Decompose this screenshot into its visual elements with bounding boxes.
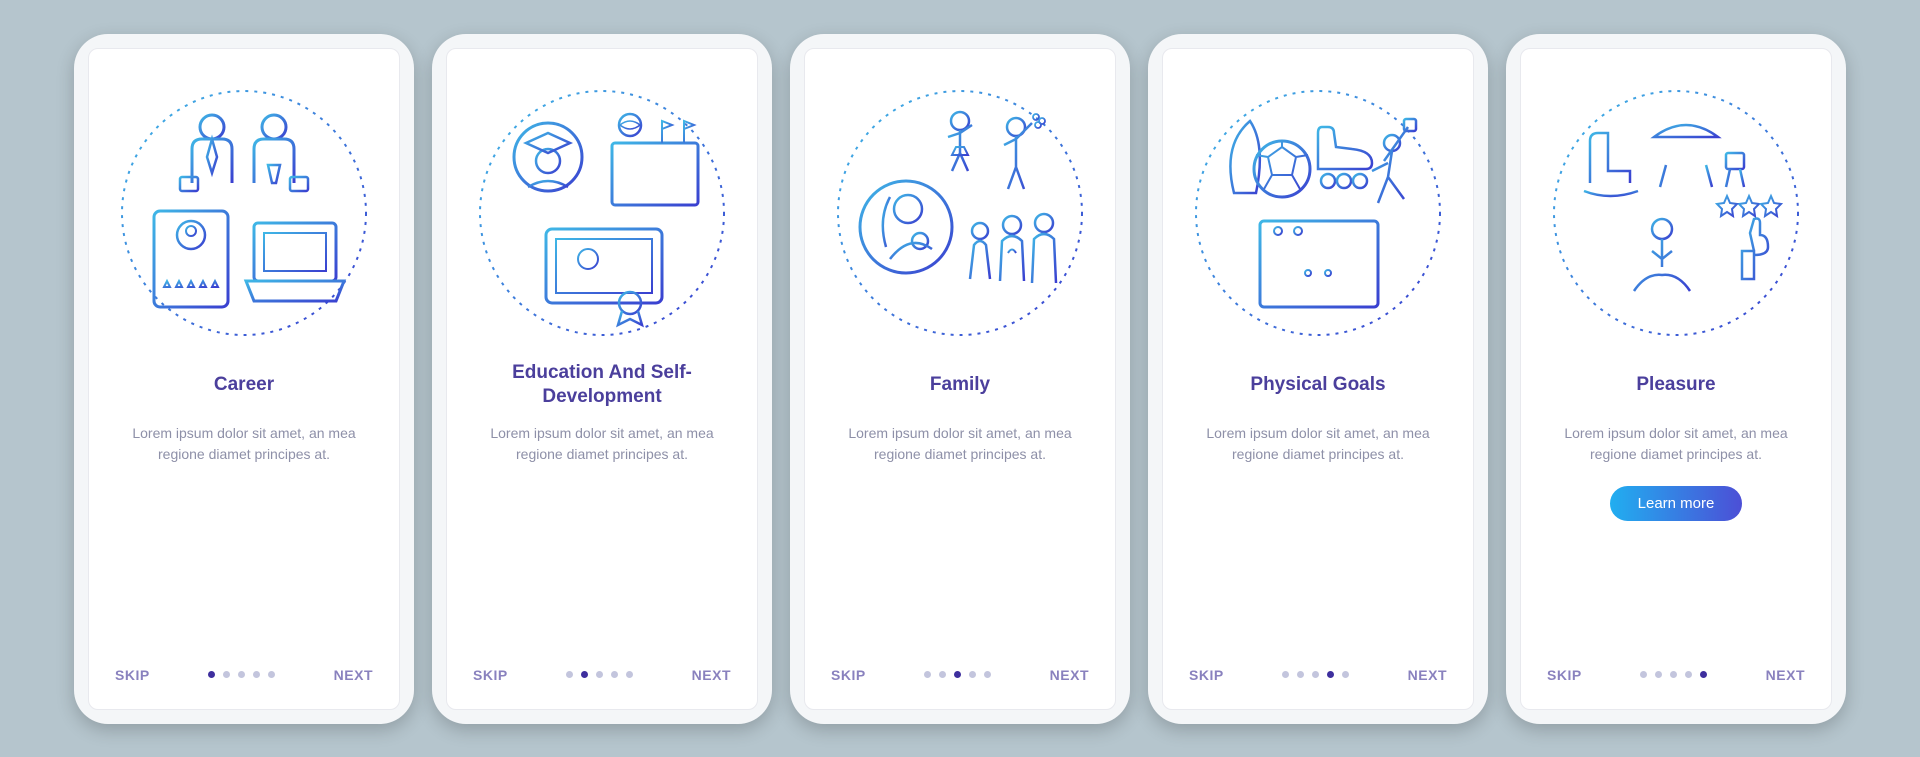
dot [1312, 671, 1319, 678]
dot [581, 671, 588, 678]
onboarding-screen-family: Family Lorem ipsum dolor sit amet, an me… [804, 48, 1116, 710]
screen-title: Family [930, 361, 990, 409]
dot [626, 671, 633, 678]
physical-goals-icon [1188, 83, 1448, 343]
page-indicator [1640, 671, 1707, 678]
screen-description: Lorem ipsum dolor sit amet, an mea regio… [1551, 423, 1801, 466]
education-icon [472, 83, 732, 343]
dot [1327, 671, 1334, 678]
dot [208, 671, 215, 678]
next-button[interactable]: NEXT [1408, 667, 1447, 683]
dot [1640, 671, 1647, 678]
phone-frame: Family Lorem ipsum dolor sit amet, an me… [790, 34, 1130, 724]
next-button[interactable]: NEXT [692, 667, 731, 683]
dot [223, 671, 230, 678]
phone-frame: Pleasure Lorem ipsum dolor sit amet, an … [1506, 34, 1846, 724]
screen-title: Career [214, 361, 274, 409]
dot [1282, 671, 1289, 678]
next-button[interactable]: NEXT [334, 667, 373, 683]
dot [611, 671, 618, 678]
phone-frame: Education And Self-Development Lorem ips… [432, 34, 772, 724]
screen-title: Pleasure [1636, 361, 1715, 409]
onboarding-footer: SKIP NEXT [1163, 667, 1473, 683]
onboarding-screen-education: Education And Self-Development Lorem ips… [446, 48, 758, 710]
career-icon [114, 83, 374, 343]
onboarding-screen-career: Career Lorem ipsum dolor sit amet, an me… [88, 48, 400, 710]
screen-description: Lorem ipsum dolor sit amet, an mea regio… [477, 423, 727, 466]
page-indicator [566, 671, 633, 678]
dot [253, 671, 260, 678]
dot [1655, 671, 1662, 678]
dot [969, 671, 976, 678]
screen-title: Physical Goals [1250, 361, 1385, 409]
dot [1685, 671, 1692, 678]
dot [1297, 671, 1304, 678]
next-button[interactable]: NEXT [1766, 667, 1805, 683]
skip-button[interactable]: SKIP [1189, 667, 1224, 683]
onboarding-footer: SKIP NEXT [1521, 667, 1831, 683]
page-indicator [924, 671, 991, 678]
pleasure-icon [1546, 83, 1806, 343]
screen-title: Education And Self-Development [469, 361, 735, 409]
onboarding-footer: SKIP NEXT [89, 667, 399, 683]
onboarding-footer: SKIP NEXT [447, 667, 757, 683]
skip-button[interactable]: SKIP [115, 667, 150, 683]
onboarding-footer: SKIP NEXT [805, 667, 1115, 683]
dot [1670, 671, 1677, 678]
dot [596, 671, 603, 678]
phone-frame: Career Lorem ipsum dolor sit amet, an me… [74, 34, 414, 724]
skip-button[interactable]: SKIP [831, 667, 866, 683]
dot [1700, 671, 1707, 678]
family-icon [830, 83, 1090, 343]
next-button[interactable]: NEXT [1050, 667, 1089, 683]
dot [238, 671, 245, 678]
phone-frame: Physical Goals Lorem ipsum dolor sit ame… [1148, 34, 1488, 724]
skip-button[interactable]: SKIP [1547, 667, 1582, 683]
dot [954, 671, 961, 678]
screen-description: Lorem ipsum dolor sit amet, an mea regio… [119, 423, 369, 466]
learn-more-button[interactable]: Learn more [1610, 486, 1743, 521]
page-indicator [208, 671, 275, 678]
dot [268, 671, 275, 678]
dot [939, 671, 946, 678]
onboarding-screen-physical: Physical Goals Lorem ipsum dolor sit ame… [1162, 48, 1474, 710]
skip-button[interactable]: SKIP [473, 667, 508, 683]
dot [924, 671, 931, 678]
onboarding-screen-pleasure: Pleasure Lorem ipsum dolor sit amet, an … [1520, 48, 1832, 710]
page-indicator [1282, 671, 1349, 678]
dot [1342, 671, 1349, 678]
dot [566, 671, 573, 678]
screen-description: Lorem ipsum dolor sit amet, an mea regio… [835, 423, 1085, 466]
screen-description: Lorem ipsum dolor sit amet, an mea regio… [1193, 423, 1443, 466]
dot [984, 671, 991, 678]
